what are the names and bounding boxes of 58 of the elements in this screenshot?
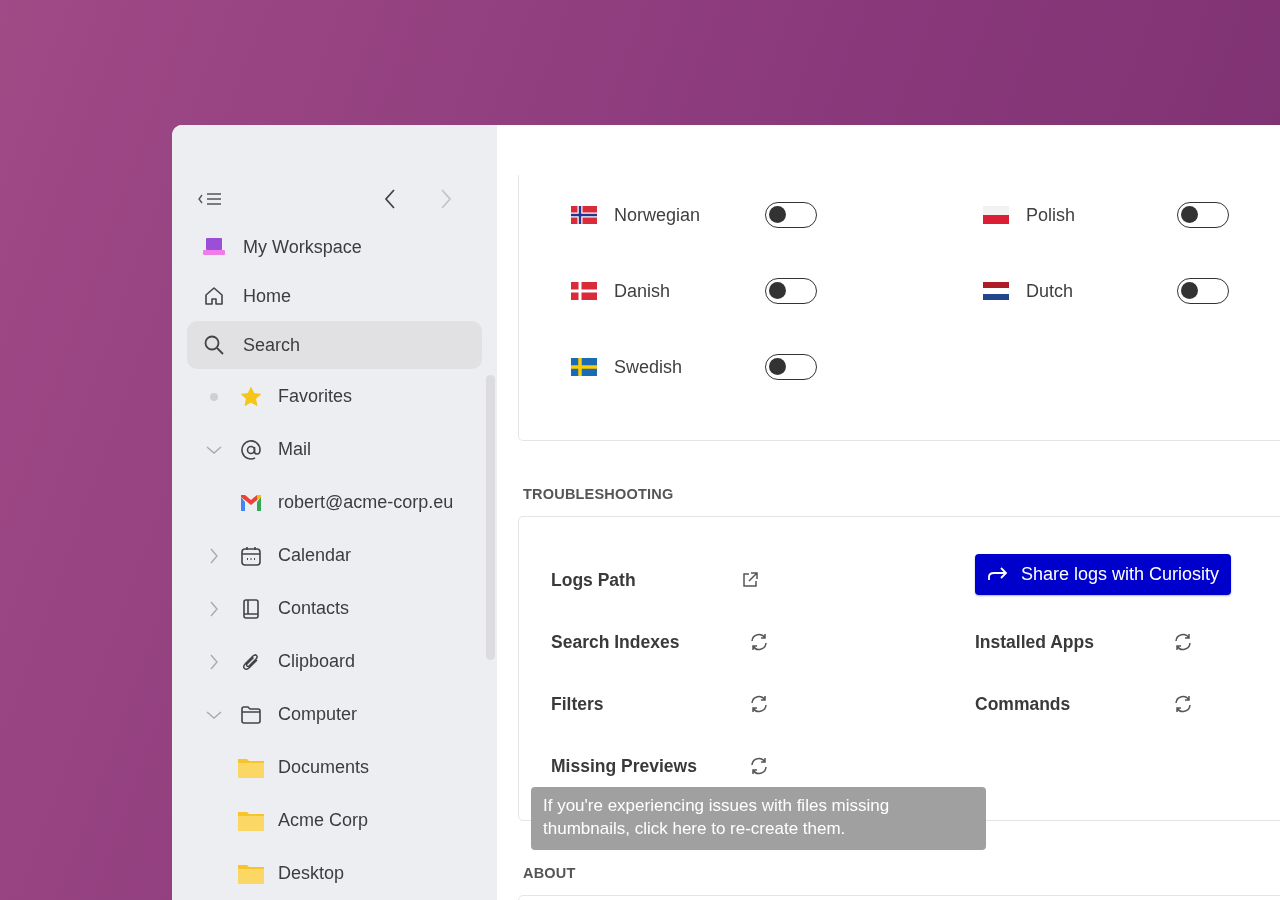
share-arrow-icon [987, 566, 1009, 582]
nav-item[interactable]: My Workspace [187, 223, 482, 271]
folder-icon [237, 809, 265, 832]
folder-icon [237, 862, 265, 885]
home-icon [203, 285, 225, 307]
tree-item[interactable]: Clipboard [187, 635, 482, 688]
language-label: Swedish [614, 356, 684, 378]
setting-label: Logs Path [551, 569, 637, 591]
tree-item[interactable]: Calendar [187, 529, 482, 582]
flag-icon [571, 358, 597, 376]
refresh-icon[interactable] [749, 694, 769, 714]
folder-icon [240, 703, 262, 726]
setting-label: Missing Previews [551, 755, 698, 777]
toggle-switch[interactable] [765, 354, 817, 380]
mail-icon [240, 493, 262, 512]
language-label: Polish [1026, 204, 1077, 226]
refresh-icon[interactable] [1173, 632, 1193, 652]
language-label: Dutch [1026, 280, 1075, 302]
section-title: ABOUT [523, 865, 577, 881]
toggle-switch[interactable] [1177, 202, 1229, 228]
toggle-switch[interactable] [1177, 278, 1229, 304]
refresh-icon[interactable] [749, 632, 769, 652]
section-title: TROUBLESHOOTING [523, 486, 675, 502]
flag-icon [983, 206, 1009, 224]
external-link-icon[interactable] [741, 571, 759, 589]
language-label: Danish [614, 280, 672, 302]
folder-icon [237, 756, 265, 779]
setting-label: Commands [975, 693, 1072, 715]
flag-icon [983, 282, 1009, 300]
at-sign-icon [240, 438, 262, 461]
calendar-icon [240, 544, 262, 567]
toggle-switch[interactable] [765, 202, 817, 228]
setting-label: Search Indexes [551, 631, 681, 653]
bullet-icon [209, 391, 219, 402]
search-icon [203, 334, 225, 356]
tree-item[interactable]: Documents [187, 741, 482, 794]
toggle-switch[interactable] [765, 278, 817, 304]
laptop-icon [203, 237, 225, 257]
tree-item[interactable]: Acme Corp [187, 794, 482, 847]
nav-item[interactable]: Home [187, 272, 482, 320]
tree-item[interactable]: Favorites [187, 370, 482, 423]
flag-icon [571, 206, 597, 224]
setting-label: Filters [551, 693, 605, 715]
tree-item[interactable]: Mail [187, 423, 482, 476]
star-icon [240, 385, 262, 408]
tree-item[interactable]: robert@acme-corp.eu [187, 476, 482, 529]
flag-icon [571, 282, 597, 300]
tree-item[interactable]: Desktop [187, 847, 482, 900]
refresh-icon[interactable] [749, 756, 769, 776]
tooltip: If you're experiencing issues with files missing thumbnails, click here to re-create them. [531, 787, 986, 850]
share-logs-button[interactable]: Share logs with Curiosity [975, 553, 1232, 595]
refresh-icon[interactable] [1173, 694, 1193, 714]
book-icon [240, 597, 262, 620]
setting-label: Installed Apps [975, 631, 1095, 653]
language-label: Norwegian [614, 204, 702, 226]
nav-item[interactable]: Search [187, 321, 482, 369]
tree-item[interactable]: Computer [187, 688, 482, 741]
tree-item[interactable]: Contacts [187, 582, 482, 635]
